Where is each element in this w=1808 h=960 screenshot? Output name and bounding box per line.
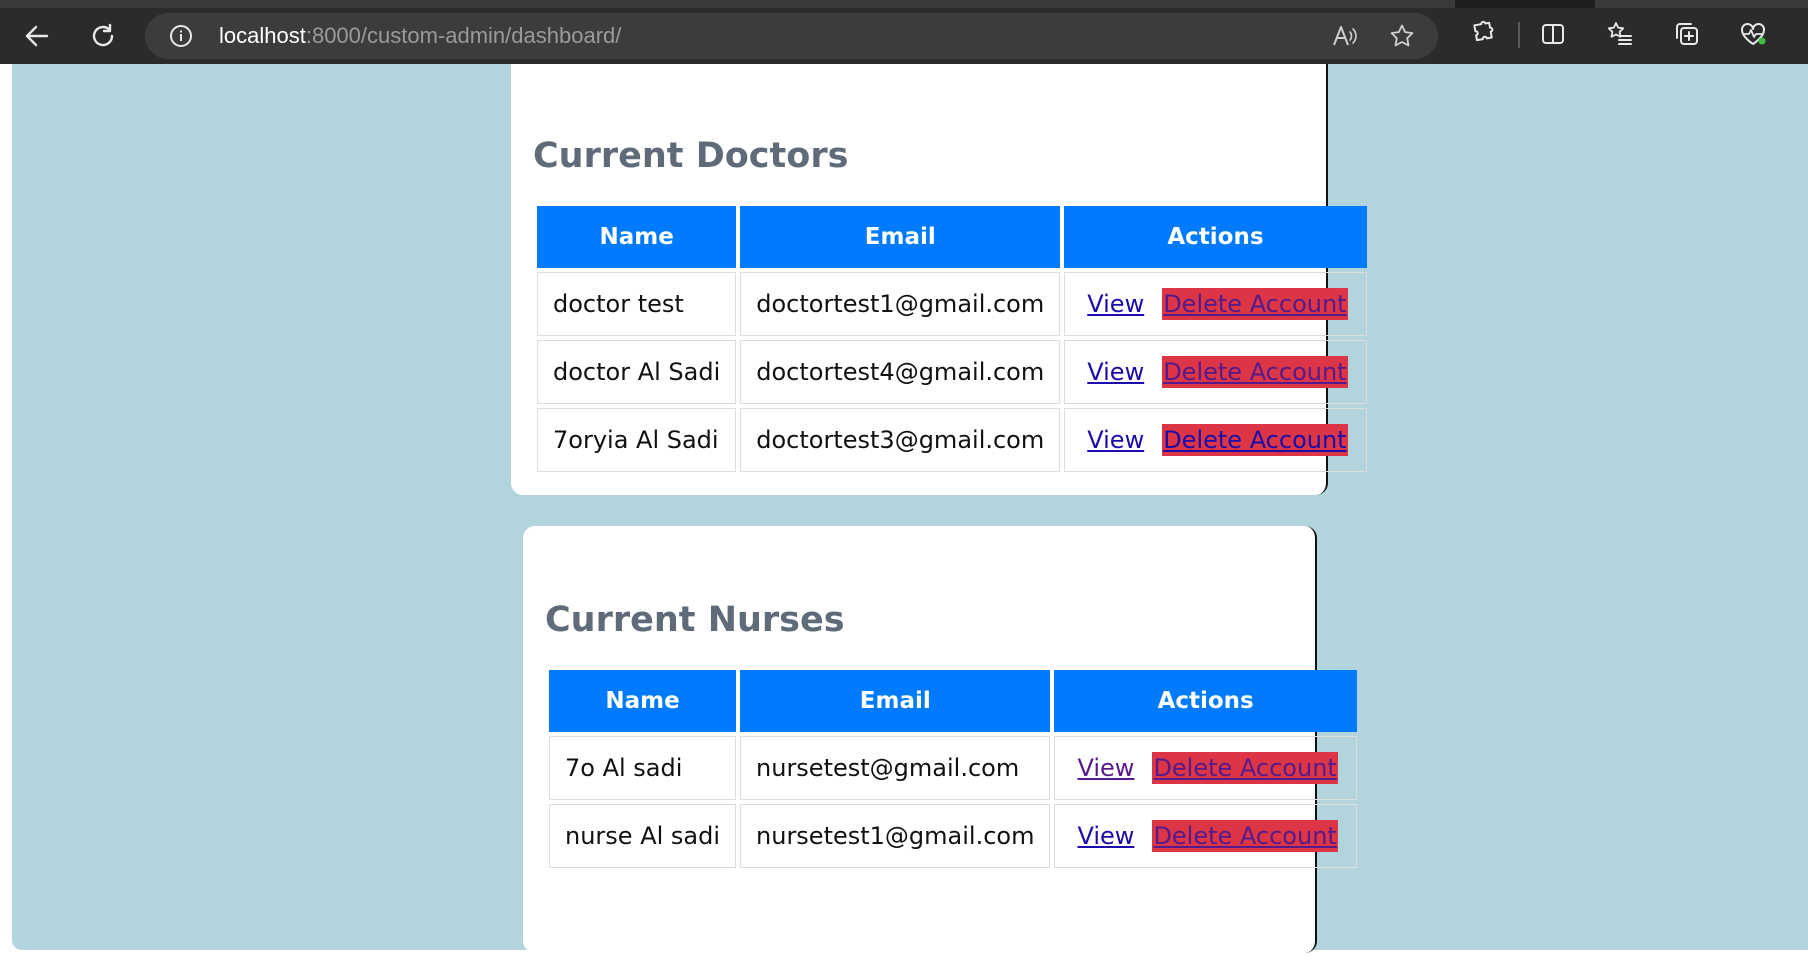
delete-account-button[interactable]: Delete Account	[1162, 424, 1348, 456]
url-host: localhost	[219, 23, 306, 48]
view-link[interactable]: View	[1087, 426, 1144, 454]
nurses-table: Name Email Actions 7o Al sadi nursetest@…	[545, 666, 1361, 872]
row-actions: View Delete Account	[1064, 340, 1367, 404]
browser-essentials-icon[interactable]	[1736, 17, 1770, 51]
doctor-email: doctortest4@gmail.com	[740, 340, 1061, 404]
row-actions: View Delete Account	[1064, 272, 1367, 336]
star-icon[interactable]	[1389, 23, 1415, 49]
doctors-table: Name Email Actions doctor test doctortes…	[533, 202, 1371, 476]
row-actions: View Delete Account	[1064, 408, 1367, 472]
url-path: :8000/custom-admin/dashboard/	[305, 23, 622, 48]
info-icon[interactable]	[169, 24, 193, 52]
header-actions: Actions	[1064, 206, 1367, 268]
url-text[interactable]: localhost:8000/custom-admin/dashboard/	[219, 13, 621, 59]
doctors-header-row: Name Email Actions	[537, 206, 1367, 268]
nurse-email: nursetest1@gmail.com	[740, 804, 1051, 868]
header-name: Name	[549, 670, 737, 732]
doctor-name: 7oryia Al Sadi	[537, 408, 737, 472]
delete-account-button[interactable]: Delete Account	[1162, 288, 1348, 320]
header-actions: Actions	[1054, 670, 1357, 732]
active-tab-edge	[0, 0, 1455, 8]
view-link[interactable]: View	[1087, 358, 1144, 386]
doctors-title: Current Doctors	[533, 136, 849, 176]
tab-edge	[1595, 0, 1808, 8]
read-aloud-icon[interactable]	[1331, 23, 1357, 49]
nurses-header-row: Name Email Actions	[549, 670, 1357, 732]
table-row: doctor Al Sadi doctortest4@gmail.com Vie…	[537, 340, 1367, 404]
view-link[interactable]: View	[1087, 290, 1144, 318]
address-bar[interactable]: localhost:8000/custom-admin/dashboard/	[145, 13, 1438, 59]
back-arrow-icon[interactable]	[15, 14, 59, 58]
delete-account-button[interactable]: Delete Account	[1152, 820, 1338, 852]
table-row: nurse Al sadi nursetest1@gmail.com View D…	[549, 804, 1357, 868]
delete-account-button[interactable]: Delete Account	[1152, 752, 1338, 784]
doctor-name: doctor Al Sadi	[537, 340, 737, 404]
doctor-name: doctor test	[537, 272, 737, 336]
doctor-email: doctortest3@gmail.com	[740, 408, 1061, 472]
doctors-card: Current Doctors Name Email Actions docto…	[511, 64, 1367, 495]
split-screen-icon[interactable]	[1536, 17, 1570, 51]
refresh-icon[interactable]	[81, 14, 125, 58]
view-link[interactable]: View	[1077, 754, 1134, 782]
doctor-email: doctortest1@gmail.com	[740, 272, 1061, 336]
header-email: Email	[740, 206, 1061, 268]
tab-strip-edge	[0, 0, 1808, 8]
browser-toolbar: localhost:8000/custom-admin/dashboard/	[0, 0, 1808, 64]
delete-account-button[interactable]: Delete Account	[1162, 356, 1348, 388]
puzzle-icon[interactable]	[1466, 17, 1500, 51]
view-link[interactable]: View	[1077, 822, 1134, 850]
header-name: Name	[537, 206, 737, 268]
row-actions: View Delete Account	[1054, 736, 1357, 800]
toolbar-divider	[1518, 22, 1520, 48]
nurse-email: nursetest@gmail.com	[740, 736, 1051, 800]
dashboard-page: Current Doctors Name Email Actions docto…	[12, 64, 1808, 953]
table-row: 7o Al sadi nursetest@gmail.com View Delet…	[549, 736, 1357, 800]
nurses-title: Current Nurses	[545, 600, 845, 640]
collections-icon[interactable]	[1670, 17, 1704, 51]
header-email: Email	[740, 670, 1051, 732]
favorites-list-icon[interactable]	[1603, 17, 1637, 51]
table-row: doctor test doctortest1@gmail.com View De…	[537, 272, 1367, 336]
nurses-card: Current Nurses Name Email Actions 7o Al …	[523, 526, 1357, 953]
browser-viewport: Current Doctors Name Email Actions docto…	[0, 64, 1808, 960]
nurse-name: nurse Al sadi	[549, 804, 737, 868]
table-row: 7oryia Al Sadi doctortest3@gmail.com Vie…	[537, 408, 1367, 472]
nurse-name: 7o Al sadi	[549, 736, 737, 800]
row-actions: View Delete Account	[1054, 804, 1357, 868]
